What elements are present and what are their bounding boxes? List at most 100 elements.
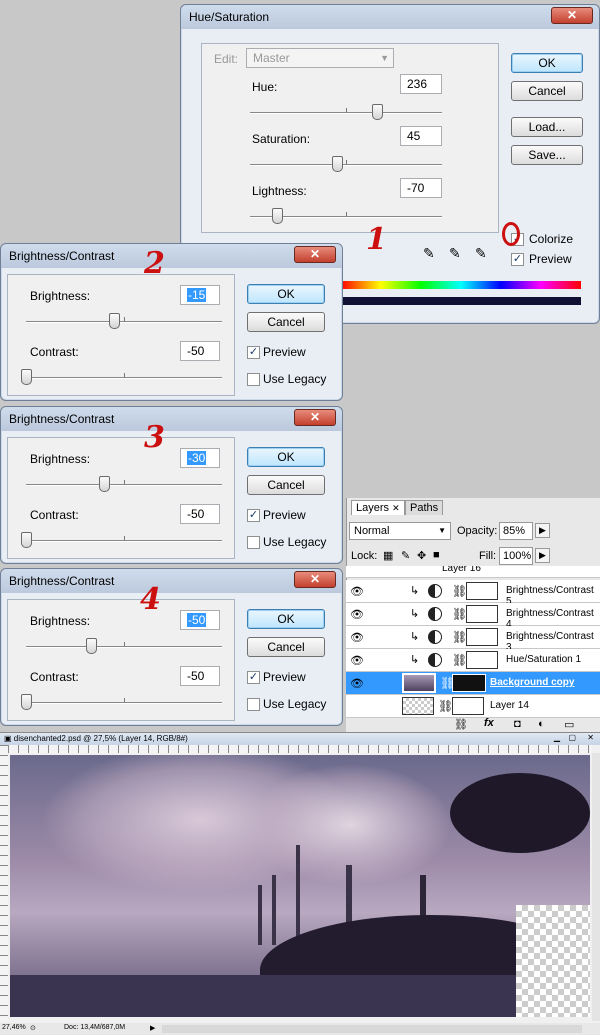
- ok-button[interactable]: OK: [247, 284, 325, 304]
- link-layers-icon[interactable]: ⛓: [454, 718, 468, 731]
- layer-thumbnail[interactable]: [402, 673, 436, 693]
- ok-button[interactable]: OK: [247, 609, 325, 629]
- use-legacy-checkbox[interactable]: [247, 698, 260, 711]
- layer-row[interactable]: 👁 ↳ ⛓ Hue/Saturation 1: [346, 649, 600, 672]
- close-icon[interactable]: ✕: [392, 503, 400, 513]
- new-group-icon[interactable]: ▭: [564, 718, 574, 731]
- layer-mask-thumbnail[interactable]: [466, 628, 498, 646]
- eye-icon[interactable]: 👁: [350, 677, 364, 690]
- brightness-slider-thumb[interactable]: [86, 638, 98, 654]
- document-titlebar[interactable]: ▣ disenchanted2.psd @ 27,5% (Layer 14, R…: [0, 733, 600, 745]
- fill-arrow-icon[interactable]: ▶: [535, 548, 550, 563]
- ok-button[interactable]: OK: [247, 447, 325, 467]
- brightness-contrast-titlebar[interactable]: Brightness/Contrast ✕: [1, 569, 342, 593]
- eyedropper-minus-icon[interactable]: ✎: [475, 245, 487, 262]
- contrast-input[interactable]: -50: [180, 504, 220, 524]
- brightness-contrast-titlebar[interactable]: Brightness/Contrast ✕: [1, 244, 342, 268]
- contrast-slider-track[interactable]: [26, 540, 222, 542]
- contrast-slider-track[interactable]: [26, 702, 222, 704]
- load-button[interactable]: Load...: [511, 117, 583, 137]
- close-icon[interactable]: ✕: [551, 7, 593, 24]
- saturation-slider-track[interactable]: [250, 164, 442, 166]
- eyedropper-icon[interactable]: ✎: [423, 245, 435, 262]
- eye-icon[interactable]: 👁: [350, 654, 364, 667]
- eye-icon[interactable]: 👁: [350, 585, 364, 598]
- eyedropper-plus-icon[interactable]: ✎: [449, 245, 461, 262]
- horizontal-scrollbar[interactable]: [162, 1025, 582, 1033]
- layer-row-selected[interactable]: 👁 ⛓ Background copy: [346, 672, 600, 695]
- edit-dropdown[interactable]: Master ▼: [246, 48, 394, 68]
- lock-move-icon[interactable]: ✥: [417, 549, 426, 562]
- preview-checkbox[interactable]: ✓: [247, 671, 260, 684]
- layer-mask-thumbnail[interactable]: [452, 674, 486, 692]
- preview-checkbox[interactable]: ✓: [247, 346, 260, 359]
- layer-row[interactable]: 👁 ↳ ⛓ Brightness/Contrast 5: [346, 580, 600, 607]
- use-legacy-checkbox[interactable]: [247, 373, 260, 386]
- close-icon[interactable]: ✕: [294, 246, 336, 263]
- hue-saturation-titlebar[interactable]: Hue/Saturation ✕: [181, 5, 599, 29]
- hue-slider-track[interactable]: [250, 112, 442, 114]
- lock-paint-icon[interactable]: ✎: [401, 549, 410, 562]
- contrast-slider-track[interactable]: [26, 377, 222, 379]
- saturation-input[interactable]: 45: [400, 126, 442, 146]
- brightness-slider-track[interactable]: [26, 646, 222, 648]
- minimize-icon[interactable]: ▁: [554, 733, 560, 742]
- brightness-input[interactable]: -15: [180, 285, 220, 305]
- brightness-input[interactable]: -50: [180, 610, 220, 630]
- contrast-input[interactable]: -50: [180, 341, 220, 361]
- new-adjustment-icon[interactable]: ◐: [538, 718, 545, 730]
- canvas-image[interactable]: [10, 755, 590, 1017]
- use-legacy-checkbox[interactable]: [247, 536, 260, 549]
- brightness-contrast-titlebar[interactable]: Brightness/Contrast ✕: [1, 407, 342, 431]
- close-icon[interactable]: ✕: [294, 409, 336, 426]
- vertical-scrollbar[interactable]: [592, 753, 600, 1021]
- maximize-icon[interactable]: ▢: [568, 733, 576, 742]
- layers-tab[interactable]: Layers ✕: [351, 500, 405, 515]
- cancel-button[interactable]: Cancel: [247, 475, 325, 495]
- layer-row[interactable]: Layer 16: [346, 566, 600, 578]
- hue-slider-thumb[interactable]: [372, 104, 383, 120]
- cancel-button[interactable]: Cancel: [247, 312, 325, 332]
- cancel-button[interactable]: Cancel: [511, 81, 583, 101]
- brightness-slider-thumb[interactable]: [99, 476, 111, 492]
- eye-icon[interactable]: 👁: [350, 608, 364, 621]
- fx-icon[interactable]: fx: [484, 717, 494, 729]
- preview-checkbox[interactable]: ✓: [247, 509, 260, 522]
- lightness-slider-thumb[interactable]: [272, 208, 283, 224]
- hue-input[interactable]: 236: [400, 74, 442, 94]
- layer-mask-thumbnail[interactable]: [466, 582, 498, 600]
- layer-row[interactable]: 👁 ↳ ⛓ Brightness/Contrast 3: [346, 626, 600, 653]
- opacity-arrow-icon[interactable]: ▶: [535, 523, 550, 538]
- zoom-level[interactable]: 27,46%: [2, 1024, 26, 1031]
- ok-button[interactable]: OK: [511, 53, 583, 73]
- blend-mode-dropdown[interactable]: Normal ▼: [349, 522, 451, 540]
- contrast-slider-thumb[interactable]: [21, 532, 32, 548]
- add-mask-icon[interactable]: ◘: [514, 718, 521, 730]
- layer-row[interactable]: 👁 ↳ ⛓ Brightness/Contrast 4: [346, 603, 600, 630]
- paths-tab[interactable]: Paths: [405, 500, 444, 515]
- layer-mask-thumbnail[interactable]: [466, 605, 498, 623]
- save-button[interactable]: Save...: [511, 145, 583, 165]
- close-icon[interactable]: ✕: [294, 571, 336, 588]
- eye-icon[interactable]: 👁: [350, 631, 364, 644]
- lock-transparent-icon[interactable]: ▦: [383, 549, 393, 562]
- brightness-slider-track[interactable]: [26, 321, 222, 323]
- layer-mask-thumbnail[interactable]: [466, 651, 498, 669]
- layer-thumbnail[interactable]: [402, 697, 434, 715]
- opacity-input[interactable]: 85%: [499, 522, 533, 540]
- status-arrow-icon[interactable]: ▶: [150, 1024, 155, 1032]
- contrast-input[interactable]: -50: [180, 666, 220, 686]
- lock-all-icon[interactable]: ■: [433, 549, 440, 561]
- fill-input[interactable]: 100%: [499, 547, 533, 565]
- brightness-input[interactable]: -30: [180, 448, 220, 468]
- close-icon[interactable]: ✕: [587, 733, 594, 742]
- contrast-slider-thumb[interactable]: [21, 694, 32, 710]
- cancel-button[interactable]: Cancel: [247, 637, 325, 657]
- saturation-slider-thumb[interactable]: [332, 156, 343, 172]
- preview-checkbox[interactable]: ✓: [511, 253, 524, 266]
- contrast-slider-thumb[interactable]: [21, 369, 32, 385]
- brightness-slider-thumb[interactable]: [109, 313, 121, 329]
- lightness-input[interactable]: -70: [400, 178, 442, 198]
- brightness-slider-track[interactable]: [26, 484, 222, 486]
- layer-row[interactable]: ⛓ Layer 14: [346, 695, 600, 718]
